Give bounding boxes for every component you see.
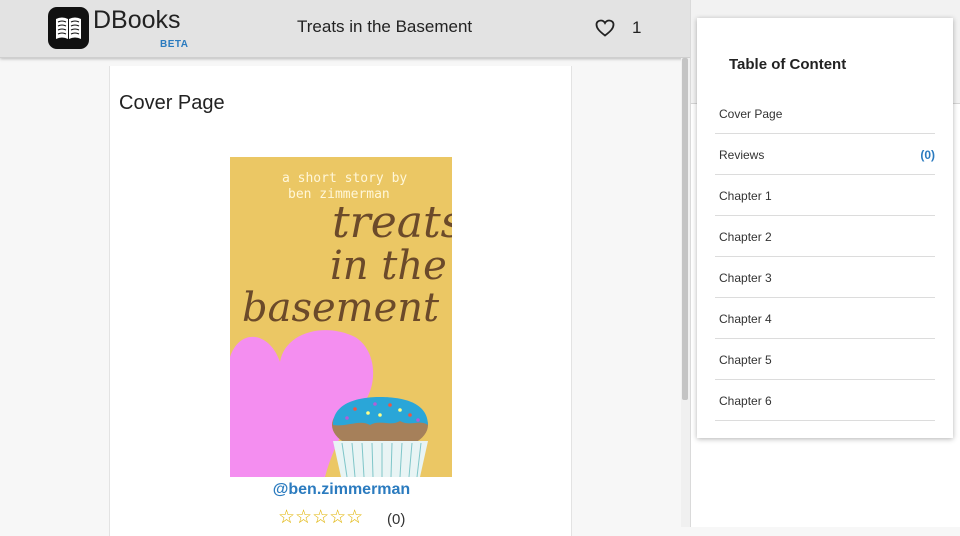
cover-title-2: in the [330,243,447,289]
reader-page: Cover Page a short story by ben zimmerma… [109,66,572,536]
brand-name[interactable]: DBooks [93,6,181,35]
toc-item-cover-page[interactable]: Cover Page [715,93,935,134]
scrollbar-thumb[interactable] [682,58,688,400]
toc-item-chapter-3[interactable]: Chapter 3 [715,257,935,298]
like-count: 1 [632,18,642,37]
book-title: Treats in the Basement [297,17,473,36]
open-book-icon [56,17,81,39]
toc-item-label: Chapter 4 [719,312,772,326]
toc-title: Table of Content [729,56,847,73]
cover-title-1: treats [332,197,452,248]
section-title: Cover Page [119,92,225,114]
top-header: DBooks BETA Treats in the Basement 1 [0,0,690,58]
cover-subtitle-1: a short story by [282,171,408,186]
toc-item-label: Chapter 3 [719,271,772,285]
toc-item-chapter-1[interactable]: Chapter 1 [715,175,935,216]
toc-item-chapter-4[interactable]: Chapter 4 [715,298,935,339]
toc-item-label: Chapter 5 [719,353,772,367]
toc-item-label: Reviews [719,148,765,162]
star-rating[interactable]: ☆☆☆☆☆ [278,506,363,529]
toc-item-label: Chapter 2 [719,230,772,244]
toc-item-chapter-5[interactable]: Chapter 5 [715,339,935,380]
table-of-contents-panel: Table of Content Cover Page Reviews (0) … [697,18,953,438]
toc-item-reviews[interactable]: Reviews (0) [715,134,935,175]
toc-item-chapter-6[interactable]: Chapter 6 [715,380,935,421]
toc-item-label: Cover Page [719,107,783,121]
rating-count: (0) [387,511,406,528]
cover-title-3: basement [242,285,440,331]
toc-item-chapter-2[interactable]: Chapter 2 [715,216,935,257]
author-link[interactable]: @ben.zimmerman [110,481,573,499]
heart-icon [595,19,615,37]
toc-list: Cover Page Reviews (0) Chapter 1 Chapter… [715,93,935,421]
beta-badge: BETA [160,39,189,50]
toc-item-label: Chapter 1 [719,189,772,203]
toc-item-label: Chapter 6 [719,394,772,408]
app-logo[interactable] [48,7,89,49]
book-cover-image[interactable]: a short story by ben zimmerman treats in… [230,157,452,477]
like-button[interactable] [595,19,615,42]
reviews-count-badge: (0) [920,148,935,162]
